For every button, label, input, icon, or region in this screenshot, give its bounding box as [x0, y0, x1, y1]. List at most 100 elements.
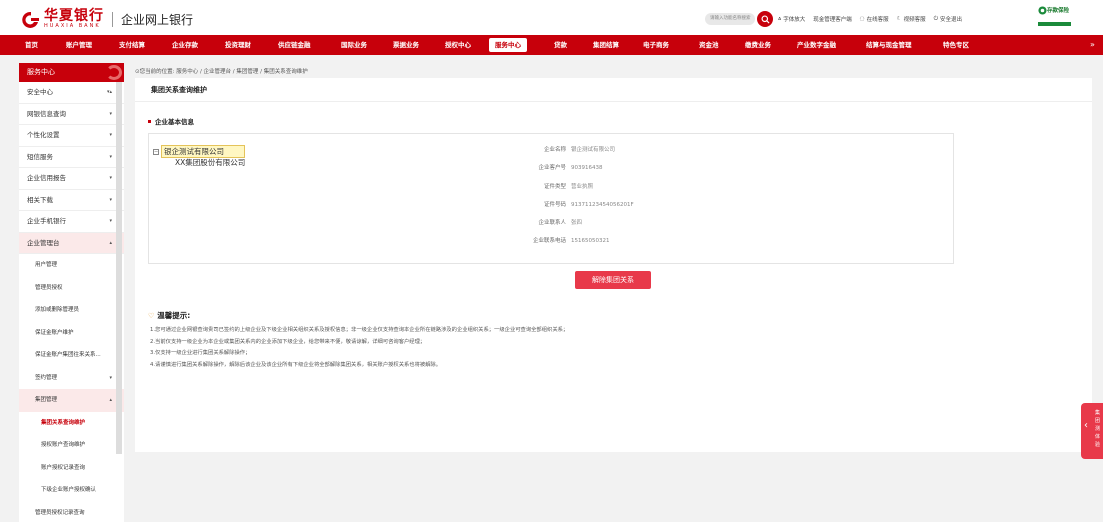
nav-item-supply-chain[interactable]: 供应链金融 [278, 35, 311, 55]
field-contact: 企业联系人 张四 [538, 220, 583, 227]
chevron-up-icon: ▴ [109, 239, 112, 246]
field-phone: 企业联系电话 15165050321 [532, 238, 610, 245]
nav-item-auth-center[interactable]: 授权中心 [445, 35, 471, 55]
sidebar-sub-contract-mgmt[interactable]: 签约管理 ▾ [19, 367, 124, 390]
tip-item: 2.当前仅支持一级企业为本企业或集团关系内的企业添加下级企业，给您带来不便，敬请… [150, 338, 426, 345]
release-group-button[interactable]: 解除集团关系 [575, 271, 651, 289]
nav-item-international[interactable]: 国际业务 [341, 35, 367, 55]
divider [135, 101, 1092, 102]
section-marker-icon [148, 119, 151, 123]
nav-item-investment[interactable]: 投资理财 [225, 35, 251, 55]
sidebar-sub-admin-auth[interactable]: 管理员授权 [19, 277, 124, 300]
nav-item-ecommerce[interactable]: 电子商务 [643, 35, 669, 55]
tips-title: ♡ 温馨提示: [148, 311, 191, 320]
nav-item-group-settlement[interactable]: 集团结算 [593, 35, 619, 55]
tree-child-node[interactable]: XX集团股份有限公司 [175, 157, 245, 168]
bank-logo-icon [21, 10, 40, 29]
online-service-link[interactable]: ◌ 在线客服 [860, 15, 889, 23]
tip-item: 1.您可通过企业网银查询贵司已签约的上级企业及下级企业相关组织关系及授权信息；非… [150, 327, 569, 333]
chevron-up-down-icon: ▾▴ [106, 89, 112, 95]
sidebar-item-admin-console[interactable]: 企业管理台 ▴ [19, 232, 124, 254]
group-tree: − 银企测试有限公司 XX集团股份有限公司 [153, 145, 245, 168]
nav-item-cash-pool[interactable]: 资金池 [699, 35, 719, 55]
nav-item-payment-fees[interactable]: 缴费业务 [745, 35, 771, 55]
nav-item-service-center[interactable]: 服务中心 [489, 38, 527, 52]
field-company-name: 企业名称 银企测试有限公司 [543, 147, 616, 153]
top-links: ᴀ 字体放大 现金管理客户端 ◌ 在线客服 ☾ 视频客服 ⏻ 安全退出 [778, 15, 962, 24]
deposit-insurance-logo-icon [1038, 6, 1047, 15]
sidebar-item-security[interactable]: 安全中心 ▾▴ [19, 82, 124, 104]
breadcrumb: ⊙您当前的位置: 服务中心 / 企业管理台 / 集团管理 / 集团关系查询维护 [135, 69, 308, 75]
nav-item-cash-management[interactable]: 结算与现金管理 [866, 35, 912, 55]
tree-collapse-icon[interactable]: − [153, 148, 159, 155]
logo-divider [112, 11, 113, 27]
sidebar-sub-add-remove-admin[interactable]: 添加或删除管理员 [19, 299, 124, 322]
logo-en-text: HUAXIA BANK [44, 23, 101, 29]
video-service-link[interactable]: ☾ 视频客服 [897, 15, 926, 23]
sidebar-sub-user-mgmt[interactable]: 用户管理 [19, 254, 124, 277]
company-fields: 企业名称 银企测试有限公司 企业客户号 903916438 证件类型 营业执照 证件号… [509, 141, 634, 251]
sidebar-item-downloads[interactable]: 相关下载 ▾ [19, 190, 124, 211]
sidebar-sub-margin-account[interactable]: 保证金账户维护 [19, 322, 124, 345]
sidebar-item-mobile-bank[interactable]: 企业手机银行 ▾ [19, 211, 124, 233]
floating-side-tab[interactable]: ‹ 集团测体验 [1081, 403, 1103, 459]
cash-client-link[interactable]: 现金管理客户端 [813, 15, 852, 23]
sidebar-sub-margin-group[interactable]: 保证金账户集团往来关系... [19, 344, 124, 367]
sidebar-sub-group-mgmt[interactable]: 集团管理 ▴ [19, 389, 124, 412]
nav-item-home[interactable]: 首页 [25, 35, 38, 55]
chevron-up-icon: ▴ [109, 397, 112, 403]
font-size-icon: ᴀ [778, 16, 782, 22]
lightbulb-icon: ♡ [148, 311, 155, 320]
logout-link[interactable]: ⏻ 安全退出 [934, 15, 962, 24]
tip-item: 4.请谨慎进行集团关系解除操作，解除后该企业及该企业所有下级企业将全部解除集团关… [150, 361, 442, 368]
sidebar-sub-admin-auth-record[interactable]: 管理员授权记录查询 [19, 502, 124, 522]
nav-more-chevron-icon[interactable]: » [1090, 40, 1095, 49]
chevron-down-icon: ▾ [109, 175, 112, 181]
nav-item-bills[interactable]: 票据业务 [393, 35, 419, 55]
nav-item-featured[interactable]: 特色专区 [943, 35, 969, 55]
sidebar-group-sub-confirm[interactable]: 下级企业账户授权确认 [19, 479, 124, 502]
sidebar-group-relation-query[interactable]: 集团关系查询维护 [19, 412, 124, 435]
chevron-down-icon: ▾ [109, 374, 112, 381]
function-search-input[interactable]: 请输入功能名称搜索 [705, 13, 755, 25]
field-id-type: 证件类型 营业执照 [543, 183, 594, 190]
bank-logo[interactable]: 华夏银行 HUAXIA BANK 企业网上银行 [21, 9, 193, 29]
sidebar-decoration-icon [106, 65, 122, 80]
video-icon: ☾ [896, 16, 902, 22]
sidebar: 服务中心 安全中心 ▾▴ 网银信息查询 ▾ 个性化设置 ▾ 短信服务 ▾ 企业信用报告 ▾… [19, 63, 124, 522]
search-icon [760, 14, 770, 24]
main-panel: 集团关系查询维护 企业基本信息 − 银企测试有限公司 XX集团股份有限公司 企业… [135, 78, 1092, 452]
field-id-number: 证件号码 91371123454056201F [543, 201, 634, 208]
tips-list: 1.您可通过企业网银查询贵司已签约的上级企业及下级企业相关组织关系及授权信息；非… [150, 325, 568, 371]
nav-item-loan[interactable]: 贷款 [554, 35, 567, 55]
search-button[interactable] [757, 11, 773, 27]
font-enlarge-link[interactable]: ᴀ 字体放大 [778, 15, 805, 23]
nav-item-deposit[interactable]: 企业存款 [172, 35, 198, 55]
service-icon: ◌ [859, 16, 865, 22]
sidebar-group-auth-account[interactable]: 授权账户查询维护 [19, 434, 124, 457]
deposit-insurance-badge: 存款保险 [1038, 3, 1071, 31]
main-nav: 首页 账户管理 支付结算 企业存款 投资理财 供应链金融 国际业务 票据业务 授… [0, 35, 1103, 55]
sidebar-header: 服务中心 [19, 63, 124, 82]
chevron-down-icon: ▾ [109, 196, 112, 203]
sidebar-scrollbar[interactable] [116, 82, 122, 454]
section-title: 企业基本信息 [148, 116, 194, 126]
chevron-left-icon: ‹ [1084, 420, 1088, 431]
nav-item-industry-digital[interactable]: 产业数字金融 [797, 35, 836, 55]
nav-item-account[interactable]: 账户管理 [66, 35, 92, 55]
sidebar-item-info-query[interactable]: 网银信息查询 ▾ [19, 104, 124, 125]
sidebar-item-sms[interactable]: 短信服务 ▾ [19, 147, 124, 168]
sidebar-item-personalize[interactable]: 个性化设置 ▾ [19, 125, 124, 147]
logo-cn-text: 华夏银行 [44, 8, 104, 24]
chevron-down-icon: ▾ [109, 218, 112, 224]
page-title: 集团关系查询维护 [151, 86, 207, 94]
chevron-down-icon: ▾ [109, 132, 112, 138]
sidebar-group-auth-record[interactable]: 账户授权记录查询 [19, 457, 124, 480]
header: 华夏银行 HUAXIA BANK 企业网上银行 请输入功能名称搜索 ᴀ 字体放大 … [0, 0, 1103, 35]
nav-item-payment[interactable]: 支付结算 [119, 35, 145, 55]
chevron-down-icon: ▾ [109, 153, 112, 160]
company-info-box: − 银企测试有限公司 XX集团股份有限公司 企业名称 银企测试有限公司 企业客户号… [148, 133, 954, 264]
chevron-down-icon: ▾ [109, 110, 112, 117]
field-customer-no: 企业客户号 903916438 [538, 165, 603, 172]
sidebar-item-credit-report[interactable]: 企业信用报告 ▾ [19, 168, 124, 190]
